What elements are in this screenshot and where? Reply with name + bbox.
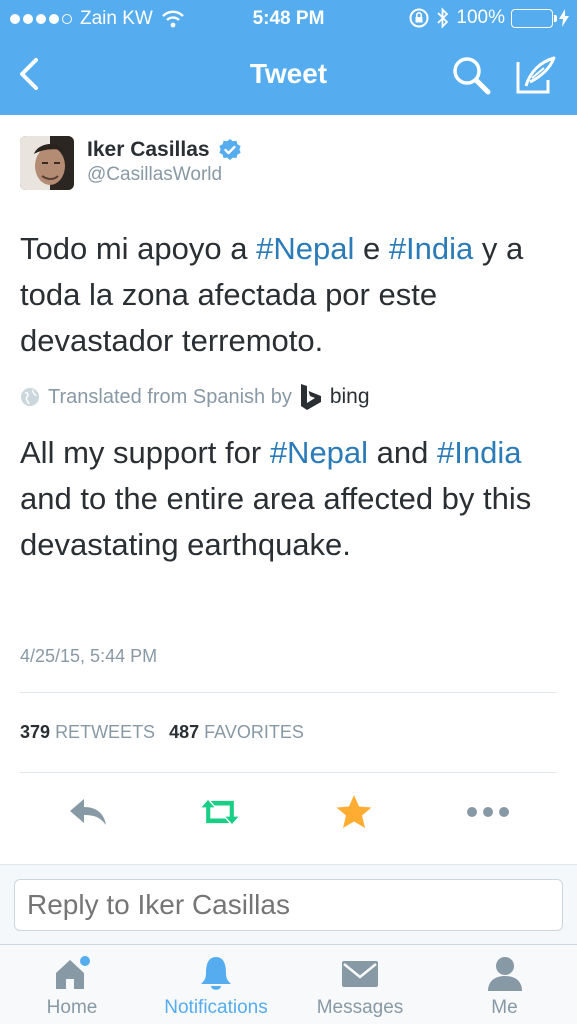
author-handle[interactable]: @CasillasWorld <box>87 164 222 186</box>
tweet-text-part: Todo mi apoyo a <box>20 231 257 266</box>
tab-home[interactable]: Home <box>0 945 144 1024</box>
person-icon <box>487 957 522 991</box>
reply-input[interactable] <box>14 879 563 931</box>
retweet-icon <box>201 800 239 824</box>
tweet-actions <box>0 788 577 838</box>
bing-logo-icon <box>300 384 321 410</box>
retweets-stat[interactable]: 379 RETWEETS <box>20 722 155 743</box>
compose-icon[interactable] <box>514 54 558 96</box>
bluetooth-icon <box>437 7 449 29</box>
tab-me[interactable]: Me <box>432 945 577 1024</box>
tab-me-label: Me <box>491 997 518 1018</box>
divider <box>20 692 557 693</box>
hashtag-link[interactable]: #India <box>437 435 521 470</box>
hashtag-link[interactable]: #Nepal <box>270 435 368 470</box>
bell-icon <box>201 957 231 990</box>
home-icon <box>56 956 90 989</box>
envelope-icon <box>342 961 378 987</box>
translated-label: Translated from Spanish by <box>48 385 292 408</box>
translation-text-part: All my support for <box>20 435 270 470</box>
rotation-lock-icon <box>409 8 429 28</box>
retweets-label: RETWEETS <box>55 722 156 742</box>
tweet-timestamp: 4/25/15, 5:44 PM <box>20 646 158 666</box>
tweet-text-part: e <box>354 231 389 266</box>
favorite-button[interactable] <box>330 788 378 836</box>
top-bar: Zain KW 5:48 PM 100% Tweet <box>0 0 577 115</box>
tab-bar: Home Notifications Messages Me <box>0 944 577 1024</box>
retweets-count: 379 <box>20 722 51 742</box>
retweet-button[interactable] <box>196 788 244 836</box>
charging-icon <box>559 9 569 27</box>
author-name-text[interactable]: Iker Casillas <box>87 138 210 162</box>
reply-icon <box>70 799 106 825</box>
translation-attribution: Translated from Spanish by bing <box>20 382 370 412</box>
translator-name: bing <box>329 385 370 408</box>
status-bar: Zain KW 5:48 PM 100% <box>0 0 577 38</box>
reply-button[interactable] <box>64 788 112 836</box>
nav-bar: Tweet <box>0 38 577 115</box>
status-right: 100% <box>408 7 569 29</box>
battery-icon <box>511 8 557 28</box>
tab-home-label: Home <box>46 997 98 1018</box>
hashtag-link[interactable]: #India <box>389 231 473 266</box>
tab-notifications-label: Notifications <box>164 997 268 1018</box>
translation-text: All my support for #Nepal and #India and… <box>20 430 560 568</box>
more-button[interactable] <box>464 788 512 836</box>
more-icon <box>467 807 509 817</box>
verified-icon <box>218 139 241 160</box>
author-name[interactable]: Iker Casillas <box>87 138 242 162</box>
favorites-label: FAVORITES <box>204 722 304 742</box>
favorites-count: 487 <box>169 722 200 742</box>
favorites-stat[interactable]: 487 FAVORITES <box>169 722 304 743</box>
globe-icon <box>21 388 39 406</box>
battery-percent: 100% <box>456 7 505 28</box>
tweet-text: Todo mi apoyo a #Nepal e #India y a toda… <box>20 226 560 364</box>
avatar[interactable] <box>20 136 74 190</box>
search-icon[interactable] <box>450 54 492 96</box>
hashtag-link[interactable]: #Nepal <box>256 231 354 266</box>
reply-area <box>0 864 577 944</box>
star-icon <box>336 795 372 828</box>
translation-text-part: and <box>368 435 438 470</box>
tab-notifications[interactable]: Notifications <box>144 945 288 1024</box>
tab-messages-label: Messages <box>316 997 404 1018</box>
tweet-stats: 379 RETWEETS 487 FAVORITES <box>20 722 304 743</box>
translation-text-part: and to the entire area affected by this … <box>20 481 532 562</box>
tweet-author[interactable]: Iker Casillas @CasillasWorld <box>20 136 560 192</box>
divider <box>20 772 557 773</box>
tab-messages[interactable]: Messages <box>288 945 432 1024</box>
